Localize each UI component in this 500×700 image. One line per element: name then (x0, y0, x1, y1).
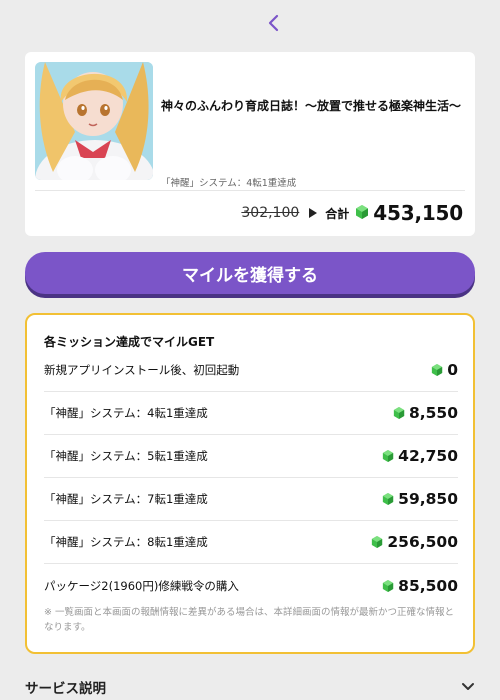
gem-icon (383, 579, 394, 592)
game-thumbnail (35, 62, 153, 180)
mission-reward: 8,550 (393, 404, 458, 422)
chevron-down-icon (462, 683, 474, 690)
get-miles-button[interactable]: マイルを獲得する (25, 252, 475, 294)
gem-icon (372, 536, 383, 548)
disclaimer-text: ※ 一覧画面と本画面の報酬情報に差異がある場合は、本詳細画面の情報が最新かつ正確… (44, 607, 454, 633)
mission-value: 256,500 (387, 533, 458, 551)
mission-label: パッケージ2(1960円)修練戦令の購入 (44, 578, 239, 593)
mission-value: 0 (447, 361, 458, 379)
mission-row: 新規アプリインストール後、初回起動 0 (44, 349, 458, 392)
missions-panel: 各ミッション達成でマイルGET 新規アプリインストール後、初回起動 0 「神醒」… (25, 313, 475, 654)
mission-reward: 0 (431, 361, 458, 379)
mission-row: パッケージ2(1960円)修練戦令の購入 85,500 (44, 564, 458, 607)
mission-reward: 256,500 (371, 533, 458, 551)
service-description-toggle[interactable]: サービス説明 (25, 676, 475, 698)
mission-value: 8,550 (408, 404, 458, 422)
price-row: 302,100 合計 453,150 (241, 198, 463, 228)
mission-value: 42,750 (398, 447, 458, 465)
mission-reward: 85,500 (382, 577, 458, 595)
mission-value: 85,500 (398, 576, 458, 595)
mission-label: 「神醒」システム：7転1重達成 (44, 492, 208, 506)
gem-icon (383, 493, 394, 505)
mission-row: 「神醒」システム：5転1重達成 42,750 (44, 435, 458, 478)
service-label: サービス説明 (25, 681, 106, 697)
chevron-left-icon (268, 14, 279, 32)
total-value: 453,150 (373, 201, 463, 225)
game-subtitle: 「神醒」システム：4転1重達成 (161, 178, 297, 189)
back-button[interactable] (262, 10, 286, 36)
mission-label: 「神醒」システム：5転1重達成 (44, 449, 208, 463)
game-title: 神々のふんわり育成日誌！～放置で推せる極楽神生活～ (161, 99, 462, 113)
gem-icon (393, 407, 405, 419)
gem-icon (383, 450, 394, 462)
offer-card: 神々のふんわり育成日誌！～放置で推せる極楽神生活～ 「神醒」システム：4転1重達… (25, 52, 475, 236)
mission-value: 59,850 (398, 490, 458, 508)
mission-row: 「神醒」システム：4転1重達成 8,550 (44, 392, 458, 435)
mission-row: 「神醒」システム：7転1重達成 59,850 (44, 478, 458, 521)
mission-reward: 42,750 (382, 447, 458, 465)
old-price: 302,100 (241, 205, 300, 221)
play-arrow-icon (309, 208, 318, 218)
gem-icon (355, 204, 369, 223)
total-label: 合計 (325, 206, 350, 221)
missions-header: 各ミッション達成でマイルGET (44, 335, 215, 349)
mission-label: 「神醒」システム：4転1重達成 (44, 406, 208, 420)
mission-reward: 59,850 (382, 490, 458, 508)
mission-label: 新規アプリインストール後、初回起動 (44, 363, 240, 377)
gem-icon (432, 364, 443, 376)
mission-label: 「神醒」システム：8転1重達成 (44, 535, 208, 549)
mission-row: 「神醒」システム：8転1重達成 256,500 (44, 521, 458, 564)
divider (35, 190, 465, 191)
